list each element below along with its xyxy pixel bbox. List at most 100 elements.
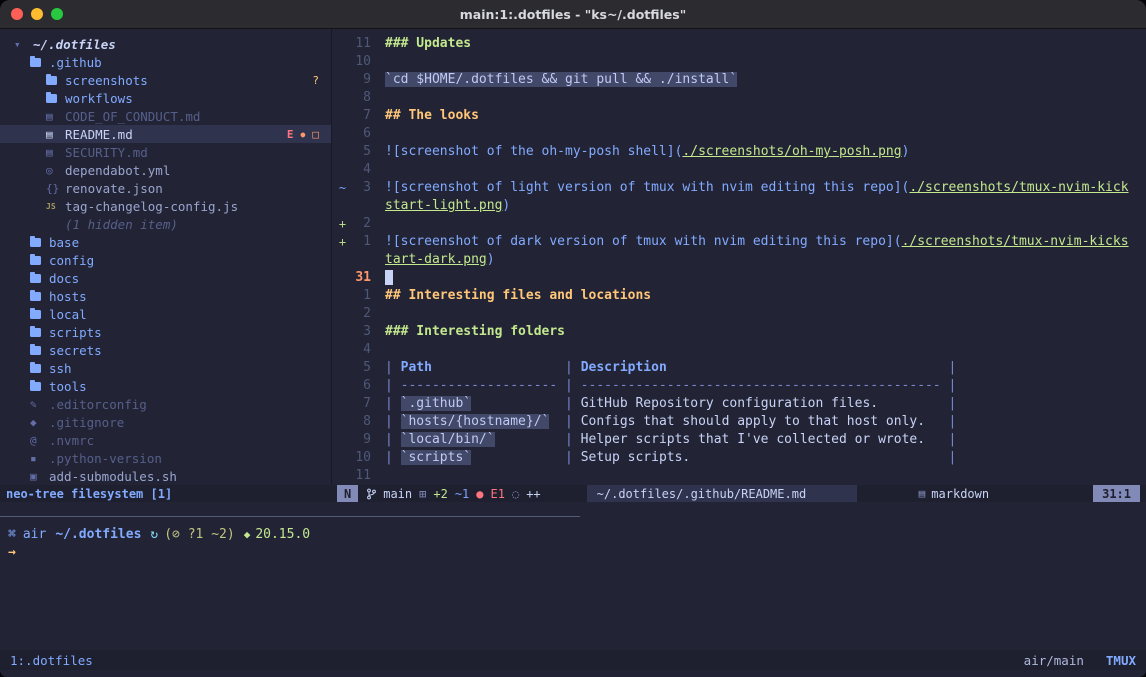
editor-line[interactable]: 8 <box>332 89 1146 107</box>
line-number: 1 <box>349 233 371 251</box>
tree-item-.python-version[interactable]: ▪.python-version <box>0 449 331 467</box>
editor-line[interactable]: 3### Interesting folders <box>332 323 1146 341</box>
tree-item-secrets[interactable]: secrets <box>0 341 331 359</box>
tree-item-local[interactable]: local <box>0 305 331 323</box>
tree-item-ssh[interactable]: ssh <box>0 359 331 377</box>
editor-line[interactable]: 6 <box>332 125 1146 143</box>
editor-line[interactable]: 11### Updates <box>332 35 1146 53</box>
tree-item-tag-changelog-config.js[interactable]: JStag-changelog-config.js <box>0 197 331 215</box>
filetype-segment: ▤ markdown <box>919 487 989 501</box>
editor-line[interactable]: 1## Interesting files and locations <box>332 287 1146 305</box>
editor-line[interactable]: 5![screenshot of the oh-my-posh shell](.… <box>332 143 1146 161</box>
gutter-sign <box>336 269 349 287</box>
neotree-statusline: neo-tree filesystem [1] <box>0 487 337 501</box>
tree-item-dependabot.yml[interactable]: ◎dependabot.yml <box>0 161 331 179</box>
tree-item-security.md[interactable]: ▤SECURITY.md <box>0 143 331 161</box>
gutter-sign <box>336 395 349 413</box>
tree-item-code-of-conduct.md[interactable]: ▤CODE_OF_CONDUCT.md <box>0 107 331 125</box>
line-number: 8 <box>349 89 371 107</box>
tree-item-label: .python-version <box>49 451 162 466</box>
editor-line[interactable]: +1![screenshot of dark version of tmux w… <box>332 233 1146 251</box>
editor-line[interactable]: 9`cd $HOME/.dotfiles && git pull && ./in… <box>332 71 1146 89</box>
line-number: 10 <box>349 53 371 71</box>
tree-item-label: ssh <box>49 361 72 376</box>
folder-icon <box>30 382 47 391</box>
tmux-statusbar: 1:.dotfiles air/main TMUX <box>0 650 1146 670</box>
editor-line[interactable]: ~3![screenshot of light version of tmux … <box>332 179 1146 197</box>
python-icon: ▪ <box>30 452 47 465</box>
nvm-icon: @ <box>30 434 47 447</box>
tree-item-label: CODE_OF_CONDUCT.md <box>65 109 200 124</box>
tree-item--1-hidden-item-[interactable]: (1 hidden item) <box>0 215 331 233</box>
folder-icon <box>30 256 47 265</box>
prompt-git-status: (⊘ ?1 ~2) <box>164 527 234 542</box>
node-icon: ◆ <box>244 528 251 541</box>
gutter-sign <box>336 161 349 179</box>
editor-line[interactable]: 4 <box>332 161 1146 179</box>
editor-line[interactable]: 6| -------------------- | --------------… <box>332 377 1146 395</box>
editor-line[interactable]: start-light.png) <box>332 197 1146 215</box>
tree-item-.gitignore[interactable]: ◆.gitignore <box>0 413 331 431</box>
editor-line[interactable]: 5| Path | Description | <box>332 359 1146 377</box>
dependabot-icon: ◎ <box>46 164 63 177</box>
terminal-window: main:1:.dotfiles - "ks~/.dotfiles" ▾~/.d… <box>0 0 1146 677</box>
tree-item-workflows[interactable]: workflows <box>0 89 331 107</box>
fullscreen-button[interactable] <box>51 8 63 20</box>
editor-line[interactable]: 10 <box>332 53 1146 71</box>
tree-item-tools[interactable]: tools <box>0 377 331 395</box>
tree-item-.editorconfig[interactable]: ✎.editorconfig <box>0 395 331 413</box>
tree-item-docs[interactable]: docs <box>0 269 331 287</box>
editor-line[interactable]: 2 <box>332 305 1146 323</box>
tree-item-screenshots[interactable]: screenshots? <box>0 71 331 89</box>
unstaged-badge: □ <box>312 128 319 141</box>
tree-item-scripts[interactable]: scripts <box>0 323 331 341</box>
tree-item-readme.md[interactable]: ▤README.mdE●□ <box>0 125 331 143</box>
editor-line[interactable]: 10| `scripts` | Setup scripts. | <box>332 449 1146 467</box>
statusline-extra-icon: ◌ <box>512 487 519 501</box>
js-file-icon: JS <box>46 202 63 211</box>
cmdline <box>0 502 1146 516</box>
tree-item-hosts[interactable]: hosts <box>0 287 331 305</box>
line-number: 6 <box>349 125 371 143</box>
tree-item-.github[interactable]: .github <box>0 53 331 71</box>
tree-item-base[interactable]: base <box>0 233 331 251</box>
close-button[interactable] <box>11 8 23 20</box>
line-number: 5 <box>349 143 371 161</box>
tree-item--.dotfiles[interactable]: ▾~/.dotfiles <box>0 35 331 53</box>
titlebar[interactable]: main:1:.dotfiles - "ks~/.dotfiles" <box>0 0 1146 29</box>
editor-line[interactable]: tart-dark.png) <box>332 251 1146 269</box>
minimize-button[interactable] <box>31 8 43 20</box>
gutter-sign <box>336 107 349 125</box>
line-number: 11 <box>349 35 371 53</box>
tree-item-label: (1 hidden item) <box>65 217 178 232</box>
tree-item-renovate.json[interactable]: {}renovate.json <box>0 179 331 197</box>
editor-line[interactable]: 7| `.github` | GitHub Repository configu… <box>332 395 1146 413</box>
markdown-file-icon: ▤ <box>46 146 63 159</box>
gutter-sign <box>336 413 349 431</box>
file-path: ~/.dotfiles/.github/README.md <box>587 485 857 502</box>
line-number: 2 <box>349 215 371 233</box>
editor-line[interactable]: 4 <box>332 341 1146 359</box>
tree-item-config[interactable]: config <box>0 251 331 269</box>
folder-icon <box>30 310 47 319</box>
editor-line[interactable]: 7## The looks <box>332 107 1146 125</box>
neotree-sidebar[interactable]: ▾~/.dotfiles.githubscreenshots?workflows… <box>0 29 332 485</box>
tree-item-label: docs <box>49 271 79 286</box>
editor-line[interactable]: 31 <box>332 269 1146 287</box>
tree-item-label: .editorconfig <box>49 397 147 412</box>
editor-line[interactable]: +2 <box>332 215 1146 233</box>
folder-icon <box>46 76 63 85</box>
tmux-session: air/main <box>1024 653 1084 668</box>
editor-line[interactable]: 11 <box>332 467 1146 485</box>
editor-line[interactable]: 8| `hosts/{hostname}/` | Configs that sh… <box>332 413 1146 431</box>
tmux-window-label[interactable]: 1:.dotfiles <box>10 653 93 668</box>
editor-pane[interactable]: 11### Updates 10 9`cd $HOME/.dotfiles &&… <box>332 29 1146 485</box>
tree-item-label: secrets <box>49 343 102 358</box>
tree-item-label: SECURITY.md <box>65 145 148 160</box>
statusline: neo-tree filesystem [1] N main ⊞ +2 ~1 ●… <box>0 485 1146 502</box>
terminal-pane[interactable]: ⌘ air ~/.dotfiles ↻ (⊘ ?1 ~2) ◆ 20.15.0 … <box>0 517 1146 650</box>
tree-item-add-submodules.sh[interactable]: ▣add-submodules.sh <box>0 467 331 485</box>
tree-item-.nvmrc[interactable]: @.nvmrc <box>0 431 331 449</box>
editor-line[interactable]: 9| `local/bin/` | Helper scripts that I'… <box>332 431 1146 449</box>
gutter-sign <box>336 359 349 377</box>
